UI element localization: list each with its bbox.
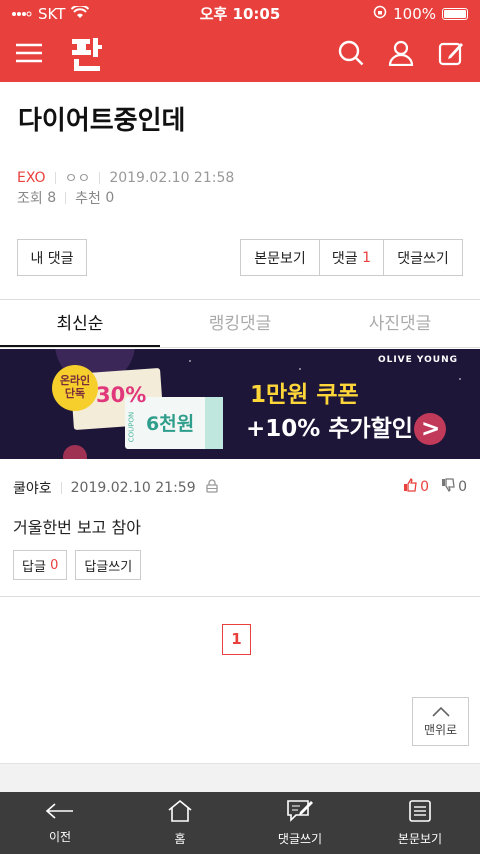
bottom-nav: 이전 홈 댓글쓰기 본문보기 <box>0 792 480 854</box>
post-name-symbols: ㅇㅇ <box>64 171 91 187</box>
write-comment-button[interactable]: 댓글쓰기 <box>383 239 463 276</box>
comment-sort-tabs: 최신순 랭킹댓글 사진댓글 <box>0 300 480 348</box>
nav-home-label: 홈 <box>174 832 186 846</box>
divider <box>54 172 56 184</box>
post-author[interactable]: EXO <box>17 170 46 186</box>
nav-back-label: 이전 <box>48 830 72 844</box>
divider <box>0 596 480 597</box>
reply-button[interactable]: 답글 0 <box>13 550 68 580</box>
divider <box>65 192 67 204</box>
tab-photo[interactable]: 사진댓글 <box>320 300 480 347</box>
comment-votes: 0 0 <box>403 477 467 496</box>
upvote-button[interactable]: 0 <box>403 477 430 496</box>
reply-count: 0 <box>50 557 59 573</box>
nav-home[interactable]: 홈 <box>120 792 240 854</box>
post-datetime: 2019.02.10 21:58 <box>109 170 235 186</box>
battery-icon <box>442 7 468 20</box>
coupon-amount: 6천원 <box>146 413 195 435</box>
post-action-group: 본문보기 댓글 1 댓글쓰기 <box>240 239 463 276</box>
banner-badge: 온라인 단독 <box>52 365 98 411</box>
document-icon <box>408 799 432 826</box>
banner-brand: OLIVE YOUNG <box>377 355 458 365</box>
post-stats: 조회 8 추천 0 <box>17 188 114 208</box>
write-post-icon[interactable] <box>438 40 464 70</box>
divider <box>60 482 62 494</box>
banner-headline-2: +10% 추가할인 > <box>246 416 441 442</box>
nav-view-article-label: 본문보기 <box>397 832 443 846</box>
upvote-count: 0 <box>420 479 430 495</box>
comment-datetime: 2019.02.10 21:59 <box>70 480 196 496</box>
comments-count: 1 <box>362 249 372 266</box>
status-time: 오후 10:05 <box>199 5 281 23</box>
views-label: 조회 <box>17 191 43 207</box>
thumbs-up-icon <box>403 477 418 496</box>
view-article-button[interactable]: 본문보기 <box>240 239 320 276</box>
nav-back[interactable]: 이전 <box>0 792 120 854</box>
coupon-percent: 30% <box>96 383 147 407</box>
rotation-lock-icon <box>373 5 387 23</box>
ad-banner[interactable]: 온라인 단독 30% COUPON 6천원 OLIVE YOUNG 1만원 쿠폰… <box>0 349 480 459</box>
back-arrow-icon <box>45 801 75 824</box>
wifi-icon <box>71 4 90 23</box>
scroll-to-top-label: 맨위로 <box>423 722 458 737</box>
scroll-to-top-button[interactable]: 맨위로 <box>412 697 469 746</box>
carrier-label: SKT <box>38 4 66 23</box>
comment-nickname[interactable]: 쿨야호 <box>13 478 52 498</box>
views-count: 8 <box>47 190 57 206</box>
app-header <box>0 27 480 82</box>
divider <box>99 172 101 184</box>
write-comment-icon <box>286 799 314 826</box>
comment-body: 거울한번 보고 참아 <box>13 518 141 537</box>
recommend-label: 추천 <box>75 191 101 207</box>
comment-item: 쿨야호 2019.02.10 21:59 0 0 거울한번 보고 참아 답글 0… <box>13 477 467 580</box>
downvote-count: 0 <box>458 479 467 495</box>
comment-actions: 답글 0 답글쓰기 <box>13 550 467 580</box>
recommend-count: 0 <box>105 190 115 206</box>
my-comments-button[interactable]: 내 댓글 <box>17 239 87 276</box>
user-icon[interactable] <box>388 40 414 70</box>
downvote-button[interactable]: 0 <box>441 478 467 496</box>
tab-latest[interactable]: 최신순 <box>0 300 160 347</box>
nav-write-comment-label: 댓글쓰기 <box>277 832 323 846</box>
banner-headline-1: 1만원 쿠폰 <box>250 382 359 408</box>
home-icon <box>167 799 193 826</box>
app-logo[interactable] <box>68 35 110 75</box>
comment-header: 쿨야호 2019.02.10 21:59 <box>13 478 467 498</box>
chevron-up-icon <box>431 706 451 721</box>
page-number[interactable]: 1 <box>222 624 251 655</box>
footer-spacer <box>0 763 480 792</box>
post-title: 다이어트중인데 <box>18 106 186 136</box>
comments-button[interactable]: 댓글 1 <box>319 239 384 276</box>
write-reply-button[interactable]: 답글쓰기 <box>75 550 142 580</box>
comments-label: 댓글 <box>331 250 358 267</box>
menu-icon[interactable] <box>16 43 42 67</box>
reply-label: 답글 <box>22 559 46 575</box>
signal-icon <box>12 5 32 23</box>
search-icon[interactable] <box>338 40 364 70</box>
lock-icon <box>205 479 218 497</box>
coupon-side-label: COUPON <box>127 411 136 443</box>
thumbs-down-icon <box>441 478 456 496</box>
nav-view-article[interactable]: 본문보기 <box>360 792 480 854</box>
post-meta: EXO ㅇㅇ 2019.02.10 21:58 <box>17 168 234 188</box>
status-bar: SKT 오후 10:05 100% <box>0 0 480 27</box>
nav-write-comment[interactable]: 댓글쓰기 <box>240 792 360 854</box>
battery-percent: 100% <box>393 4 436 23</box>
tab-ranking[interactable]: 랭킹댓글 <box>160 300 320 347</box>
